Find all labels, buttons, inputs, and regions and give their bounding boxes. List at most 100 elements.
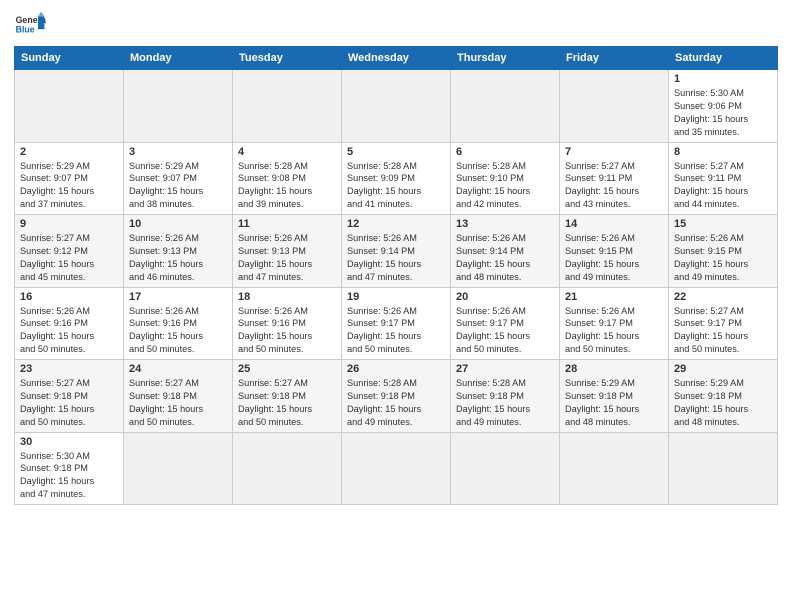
day-number: 25 — [238, 363, 336, 375]
calendar-cell: 28 Sunrise: 5:29 AM Sunset: 9:18 PM Dayli… — [560, 360, 669, 433]
day-info: Sunrise: 5:28 AM Sunset: 9:09 PM Dayligh… — [347, 160, 445, 212]
day-info: Sunrise: 5:28 AM Sunset: 9:18 PM Dayligh… — [347, 377, 445, 429]
logo: General Blue — [14, 10, 46, 42]
calendar-cell: 24 Sunrise: 5:27 AM Sunset: 9:18 PM Dayli… — [124, 360, 233, 433]
calendar-cell: 29 Sunrise: 5:29 AM Sunset: 9:18 PM Dayli… — [669, 360, 778, 433]
day-number: 19 — [347, 291, 445, 303]
calendar-cell: 23 Sunrise: 5:27 AM Sunset: 9:18 PM Dayli… — [15, 360, 124, 433]
day-info: Sunrise: 5:28 AM Sunset: 9:18 PM Dayligh… — [456, 377, 554, 429]
calendar-cell — [560, 432, 669, 505]
day-info: Sunrise: 5:29 AM Sunset: 9:18 PM Dayligh… — [565, 377, 663, 429]
page: General Blue SundayMondayTuesdayWednesda… — [0, 0, 792, 612]
calendar-cell: 12 Sunrise: 5:26 AM Sunset: 9:14 PM Dayli… — [342, 215, 451, 288]
day-info: Sunrise: 5:27 AM Sunset: 9:17 PM Dayligh… — [674, 305, 772, 357]
calendar-cell: 6 Sunrise: 5:28 AM Sunset: 9:10 PM Daylig… — [451, 142, 560, 215]
calendar-cell: 15Sunrise: 5:26 AM Sunset: 9:15 PM Dayli… — [669, 215, 778, 288]
calendar-cell: 21Sunrise: 5:26 AM Sunset: 9:17 PM Dayli… — [560, 287, 669, 360]
day-info: Sunrise: 5:27 AM Sunset: 9:18 PM Dayligh… — [20, 377, 118, 429]
calendar-cell — [15, 70, 124, 143]
day-number: 9 — [20, 218, 118, 230]
day-number: 3 — [129, 146, 227, 158]
day-info: Sunrise: 5:30 AM Sunset: 9:06 PM Dayligh… — [674, 87, 772, 139]
calendar-cell: 2Sunrise: 5:29 AM Sunset: 9:07 PM Daylig… — [15, 142, 124, 215]
day-number: 29 — [674, 363, 772, 375]
day-number: 10 — [129, 218, 227, 230]
day-info: Sunrise: 5:26 AM Sunset: 9:17 PM Dayligh… — [456, 305, 554, 357]
day-info: Sunrise: 5:29 AM Sunset: 9:07 PM Dayligh… — [129, 160, 227, 212]
day-info: Sunrise: 5:26 AM Sunset: 9:15 PM Dayligh… — [565, 232, 663, 284]
calendar-cell — [233, 70, 342, 143]
calendar-cell: 8 Sunrise: 5:27 AM Sunset: 9:11 PM Daylig… — [669, 142, 778, 215]
day-number: 12 — [347, 218, 445, 230]
day-number: 27 — [456, 363, 554, 375]
day-number: 22 — [674, 291, 772, 303]
calendar-cell — [669, 432, 778, 505]
day-info: Sunrise: 5:27 AM Sunset: 9:12 PM Dayligh… — [20, 232, 118, 284]
day-number: 16 — [20, 291, 118, 303]
svg-text:Blue: Blue — [16, 24, 35, 34]
calendar-cell: 9 Sunrise: 5:27 AM Sunset: 9:12 PM Daylig… — [15, 215, 124, 288]
calendar-cell: 18 Sunrise: 5:26 AM Sunset: 9:16 PM Dayli… — [233, 287, 342, 360]
day-info: Sunrise: 5:26 AM Sunset: 9:16 PM Dayligh… — [238, 305, 336, 357]
day-number: 23 — [20, 363, 118, 375]
calendar-cell: 27 Sunrise: 5:28 AM Sunset: 9:18 PM Dayli… — [451, 360, 560, 433]
day-info: Sunrise: 5:28 AM Sunset: 9:10 PM Dayligh… — [456, 160, 554, 212]
day-number: 28 — [565, 363, 663, 375]
logo-icon: General Blue — [14, 10, 46, 42]
calendar-cell — [451, 432, 560, 505]
day-number: 14 — [565, 218, 663, 230]
weekday-header-tuesday: Tuesday — [233, 47, 342, 70]
calendar-cell: 4Sunrise: 5:28 AM Sunset: 9:08 PM Daylig… — [233, 142, 342, 215]
day-number: 24 — [129, 363, 227, 375]
calendar-cell: 19 Sunrise: 5:26 AM Sunset: 9:17 PM Dayli… — [342, 287, 451, 360]
day-number: 26 — [347, 363, 445, 375]
day-number: 8 — [674, 146, 772, 158]
day-info: Sunrise: 5:29 AM Sunset: 9:18 PM Dayligh… — [674, 377, 772, 429]
day-number: 17 — [129, 291, 227, 303]
calendar-cell: 30 Sunrise: 5:30 AM Sunset: 9:18 PM Dayli… — [15, 432, 124, 505]
day-info: Sunrise: 5:26 AM Sunset: 9:14 PM Dayligh… — [347, 232, 445, 284]
day-number: 1 — [674, 73, 772, 85]
calendar-cell: 5 Sunrise: 5:28 AM Sunset: 9:09 PM Daylig… — [342, 142, 451, 215]
day-number: 2 — [20, 146, 118, 158]
calendar-table: SundayMondayTuesdayWednesdayThursdayFrid… — [14, 46, 778, 505]
calendar-cell: 11Sunrise: 5:26 AM Sunset: 9:13 PM Dayli… — [233, 215, 342, 288]
day-info: Sunrise: 5:26 AM Sunset: 9:13 PM Dayligh… — [129, 232, 227, 284]
day-info: Sunrise: 5:27 AM Sunset: 9:11 PM Dayligh… — [565, 160, 663, 212]
calendar-cell — [451, 70, 560, 143]
calendar-cell: 7Sunrise: 5:27 AM Sunset: 9:11 PM Daylig… — [560, 142, 669, 215]
day-info: Sunrise: 5:26 AM Sunset: 9:17 PM Dayligh… — [565, 305, 663, 357]
calendar-week-row: 30 Sunrise: 5:30 AM Sunset: 9:18 PM Dayli… — [15, 432, 778, 505]
day-info: Sunrise: 5:26 AM Sunset: 9:16 PM Dayligh… — [129, 305, 227, 357]
calendar-week-row: 23 Sunrise: 5:27 AM Sunset: 9:18 PM Dayli… — [15, 360, 778, 433]
calendar-cell: 14 Sunrise: 5:26 AM Sunset: 9:15 PM Dayli… — [560, 215, 669, 288]
day-info: Sunrise: 5:26 AM Sunset: 9:17 PM Dayligh… — [347, 305, 445, 357]
day-number: 6 — [456, 146, 554, 158]
calendar-week-row: 9 Sunrise: 5:27 AM Sunset: 9:12 PM Daylig… — [15, 215, 778, 288]
weekday-header-monday: Monday — [124, 47, 233, 70]
calendar-cell: 25Sunrise: 5:27 AM Sunset: 9:18 PM Dayli… — [233, 360, 342, 433]
day-info: Sunrise: 5:27 AM Sunset: 9:11 PM Dayligh… — [674, 160, 772, 212]
day-number: 30 — [20, 436, 118, 448]
day-info: Sunrise: 5:26 AM Sunset: 9:14 PM Dayligh… — [456, 232, 554, 284]
day-number: 4 — [238, 146, 336, 158]
calendar-cell: 20Sunrise: 5:26 AM Sunset: 9:17 PM Dayli… — [451, 287, 560, 360]
day-number: 13 — [456, 218, 554, 230]
weekday-header-wednesday: Wednesday — [342, 47, 451, 70]
weekday-header-thursday: Thursday — [451, 47, 560, 70]
calendar-cell — [124, 70, 233, 143]
calendar-cell: 22 Sunrise: 5:27 AM Sunset: 9:17 PM Dayli… — [669, 287, 778, 360]
calendar-week-row: 2 Sunrise: 5:29 AM Sunset: 9:07 PM Daylig… — [15, 142, 778, 215]
calendar-cell — [342, 432, 451, 505]
day-number: 18 — [238, 291, 336, 303]
day-info: Sunrise: 5:26 AM Sunset: 9:15 PM Dayligh… — [674, 232, 772, 284]
day-info: Sunrise: 5:27 AM Sunset: 9:18 PM Dayligh… — [129, 377, 227, 429]
weekday-header-saturday: Saturday — [669, 47, 778, 70]
header: General Blue — [14, 10, 778, 42]
weekday-header-row: SundayMondayTuesdayWednesdayThursdayFrid… — [15, 47, 778, 70]
day-info: Sunrise: 5:30 AM Sunset: 9:18 PM Dayligh… — [20, 450, 118, 502]
day-number: 5 — [347, 146, 445, 158]
calendar-cell: 26 Sunrise: 5:28 AM Sunset: 9:18 PM Dayli… — [342, 360, 451, 433]
calendar-week-row: 16 Sunrise: 5:26 AM Sunset: 9:16 PM Dayli… — [15, 287, 778, 360]
calendar-cell: 13 Sunrise: 5:26 AM Sunset: 9:14 PM Dayli… — [451, 215, 560, 288]
